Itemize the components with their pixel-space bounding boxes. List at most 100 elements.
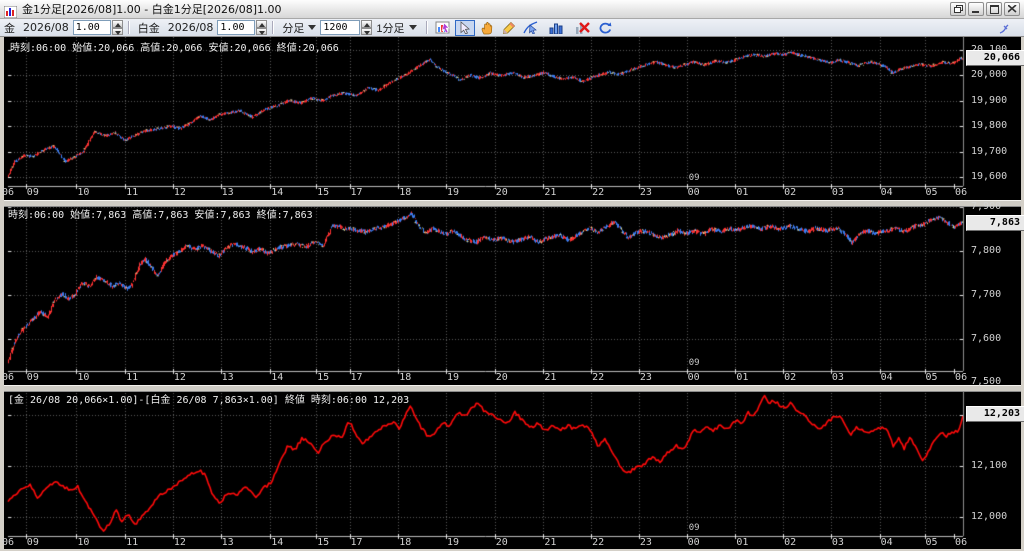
- x-tick-label: 03: [831, 372, 844, 383]
- x-tick-label: 06: [1, 537, 15, 548]
- platinum-panel-info: 時刻:06:00 始値:7,863 高値:7,863 安値:7,863 終値:7…: [8, 210, 313, 221]
- select-cursor-icon: [460, 21, 470, 34]
- toolbar-separator: [425, 21, 427, 34]
- x-tick-label: 17: [350, 372, 363, 383]
- x-tick-label: 01: [736, 187, 749, 198]
- x-tick-label: 23: [639, 187, 652, 198]
- interval-dropdown[interactable]: 1分足: [372, 18, 420, 38]
- x-tick-label: 18: [399, 187, 412, 198]
- x-tick-label: 01: [736, 372, 749, 383]
- x-tick-label: 09: [26, 537, 39, 548]
- indicator-menu-button[interactable]: [543, 20, 571, 36]
- x-tick-label: 00: [687, 372, 700, 383]
- date-label: 09: [688, 358, 700, 368]
- x-tick-label: 21: [544, 537, 557, 548]
- x-tick-label: 19: [446, 187, 460, 198]
- x-tick-label: 10: [77, 372, 90, 383]
- trendline-cursor-icon: [523, 21, 538, 34]
- x-tick-label: 10: [77, 187, 90, 198]
- x-tick-label: 05: [925, 187, 938, 198]
- minimize-button[interactable]: [968, 2, 984, 16]
- y-tick-label: 19,600: [971, 171, 1008, 183]
- current-price-label: 20,066: [966, 50, 1024, 67]
- spin-up-icon[interactable]: [361, 20, 373, 28]
- chart-app-window: 金1分足[2026/08]1.00 - 白金1分足[2026/08]1.00 金…: [0, 0, 1024, 551]
- delete-marks-button[interactable]: [573, 20, 593, 36]
- trendline-tool-button[interactable]: [521, 20, 541, 36]
- x-tick-label: 19: [446, 372, 460, 383]
- x-tick-label: 02: [784, 372, 797, 383]
- y-tick-label: 20,000: [971, 69, 1008, 81]
- windows-cascade-button[interactable]: [950, 2, 966, 16]
- gold-contract-label: 2026/08: [23, 21, 69, 34]
- bar-count-stepper[interactable]: [361, 20, 373, 35]
- x-tick-label: 12: [173, 372, 186, 383]
- title-bar: 金1分足[2026/08]1.00 - 白金1分足[2026/08]1.00: [0, 0, 1024, 19]
- y-tick-label: 19,900: [971, 94, 1008, 106]
- x-tick-label: 06: [955, 372, 968, 383]
- chevron-down-icon: [308, 25, 317, 30]
- x-tick-label: 13: [221, 372, 234, 383]
- x-tick-label: 22: [592, 187, 605, 198]
- x-tick-label: 11: [126, 187, 139, 198]
- date-label: 09: [688, 523, 700, 533]
- platinum-multiplier-stepper[interactable]: [256, 20, 268, 35]
- y-tick-label: 7,500: [971, 376, 1002, 388]
- x-tick-label: 11: [126, 537, 139, 548]
- y-tick-label: 19,700: [971, 145, 1008, 157]
- maximize-button[interactable]: [986, 2, 1002, 16]
- x-tick-label: 05: [925, 537, 938, 548]
- chart-region: 時刻:06:00 始値:20,066 高値:20,066 安値:20,066 終…: [0, 37, 1024, 551]
- app-icon: [3, 3, 18, 19]
- x-tick-label: 00: [687, 187, 700, 198]
- pin-icon[interactable]: [993, 20, 1015, 38]
- current-price-label: 12,203: [966, 405, 1024, 422]
- x-tick-label: 14: [271, 537, 284, 548]
- pencil-tool-button[interactable]: [499, 20, 519, 36]
- select-tool-button[interactable]: [454, 19, 475, 36]
- y-tick-label: 12,100: [971, 460, 1008, 472]
- x-tick-label: 21: [544, 187, 557, 198]
- x-tick-label: 13: [221, 187, 234, 198]
- bar-chart-icon: [549, 23, 563, 34]
- chart-canvas[interactable]: [4, 37, 1021, 549]
- x-tick-label: 14: [271, 372, 284, 383]
- pencil-icon: [502, 21, 515, 34]
- x-tick-label: 04: [880, 372, 893, 383]
- pan-tool-button[interactable]: [477, 20, 497, 36]
- x-tick-label: 17: [350, 187, 363, 198]
- close-button[interactable]: [1004, 2, 1020, 16]
- spin-down-icon[interactable]: [361, 27, 373, 35]
- x-tick-label: 21: [544, 372, 557, 383]
- bar-type-dropdown[interactable]: 分足: [278, 18, 320, 38]
- x-tick-label: 06: [1, 187, 15, 198]
- gold-multiplier-stepper[interactable]: [111, 20, 123, 35]
- y-tick-label: 7,700: [971, 288, 1002, 300]
- spin-up-icon[interactable]: [111, 20, 123, 28]
- platinum-multiplier-input[interactable]: [217, 20, 256, 35]
- bar-count-input[interactable]: [320, 20, 361, 35]
- x-tick-label: 22: [592, 537, 605, 548]
- x-tick-label: 19: [446, 537, 460, 548]
- spread-panel-info: [金 26/08 20,066×1.00]-[白金 26/08 7,863×1.…: [8, 395, 410, 406]
- refresh-button[interactable]: [595, 20, 615, 36]
- spin-down-icon[interactable]: [256, 27, 268, 35]
- x-tick-label: 02: [784, 187, 797, 198]
- x-tick-label: 18: [399, 537, 412, 548]
- gold-panel-info: 時刻:06:00 始値:20,066 高値:20,066 安値:20,066 終…: [10, 43, 339, 54]
- x-tick-label: 04: [880, 187, 893, 198]
- spin-up-icon[interactable]: [256, 20, 268, 28]
- x-tick-label: 23: [639, 537, 652, 548]
- spin-down-icon[interactable]: [111, 27, 123, 35]
- x-tick-label: 12: [173, 537, 186, 548]
- x-tick-label: 22: [592, 372, 605, 383]
- chart-settings-button[interactable]: [433, 20, 453, 36]
- toolbar-separator: [272, 21, 274, 34]
- x-tick-label: 03: [831, 537, 844, 548]
- y-tick-label: 19,800: [971, 120, 1008, 132]
- x-tick-label: 17: [350, 537, 363, 548]
- y-tick-label: 7,900: [971, 201, 1002, 213]
- platinum-contract-label: 2026/08: [167, 21, 214, 34]
- gold-multiplier-input[interactable]: [72, 20, 111, 35]
- x-tick-label: 14: [271, 187, 284, 198]
